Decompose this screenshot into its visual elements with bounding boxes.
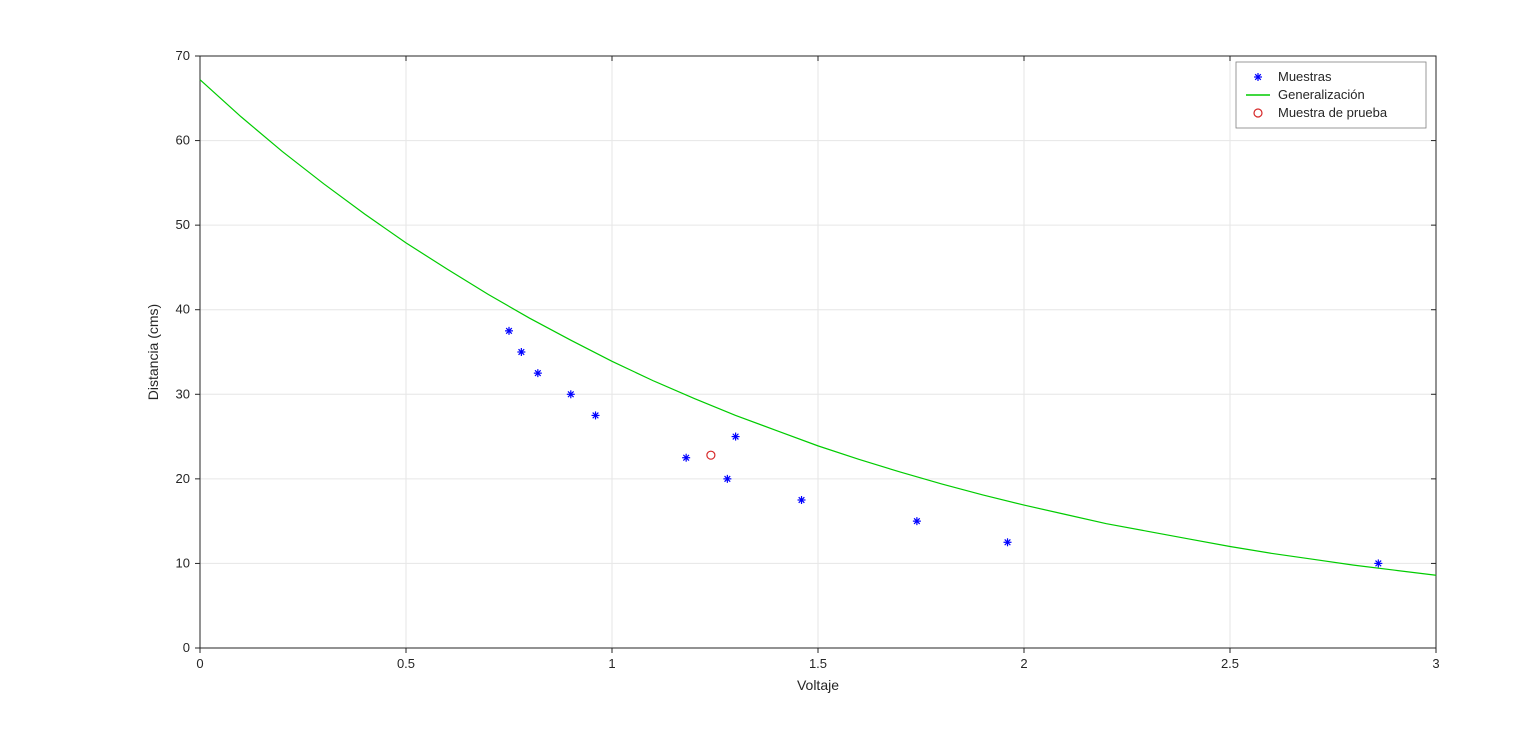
legend-entry-label: Muestra de prueba [1278,105,1388,120]
data-point-muestras [682,454,690,462]
x-tick-label: 1.5 [809,656,827,671]
legend: Muestras Generalización Muestra de prueba [1236,62,1426,128]
data-point-muestras [505,327,513,335]
legend-entry-label: Generalización [1278,87,1365,102]
y-tick-label: 30 [176,386,190,401]
y-tick-label: 10 [176,555,190,570]
x-axis-label: Voltaje [797,677,839,693]
x-tick-label: 2.5 [1221,656,1239,671]
y-tick-label: 0 [183,640,190,655]
data-point-muestras [592,411,600,419]
y-tick-label: 70 [176,48,190,63]
y-tick-label: 50 [176,217,190,232]
y-tick-label: 20 [176,471,190,486]
x-tick-label: 0 [196,656,203,671]
data-point-muestras [517,348,525,356]
data-point-muestras [1254,73,1262,81]
data-point-muestras [1004,538,1012,546]
chart-svg: 00.511.522.53010203040506070VoltajeDista… [0,0,1536,749]
x-tick-label: 0.5 [397,656,415,671]
data-point-muestras [913,517,921,525]
data-point-muestras [1374,559,1382,567]
y-tick-label: 40 [176,302,190,317]
data-point-muestras [567,390,575,398]
x-tick-label: 2 [1020,656,1027,671]
y-axis-label: Distancia (cms) [145,304,161,400]
data-point-muestras [534,369,542,377]
data-point-muestras [798,496,806,504]
data-point-muestras [732,433,740,441]
y-tick-label: 60 [176,133,190,148]
x-tick-label: 3 [1432,656,1439,671]
chart-container: 00.511.522.53010203040506070VoltajeDista… [0,0,1536,749]
legend-entry-label: Muestras [1278,69,1332,84]
x-tick-label: 1 [608,656,615,671]
data-point-muestras [723,475,731,483]
